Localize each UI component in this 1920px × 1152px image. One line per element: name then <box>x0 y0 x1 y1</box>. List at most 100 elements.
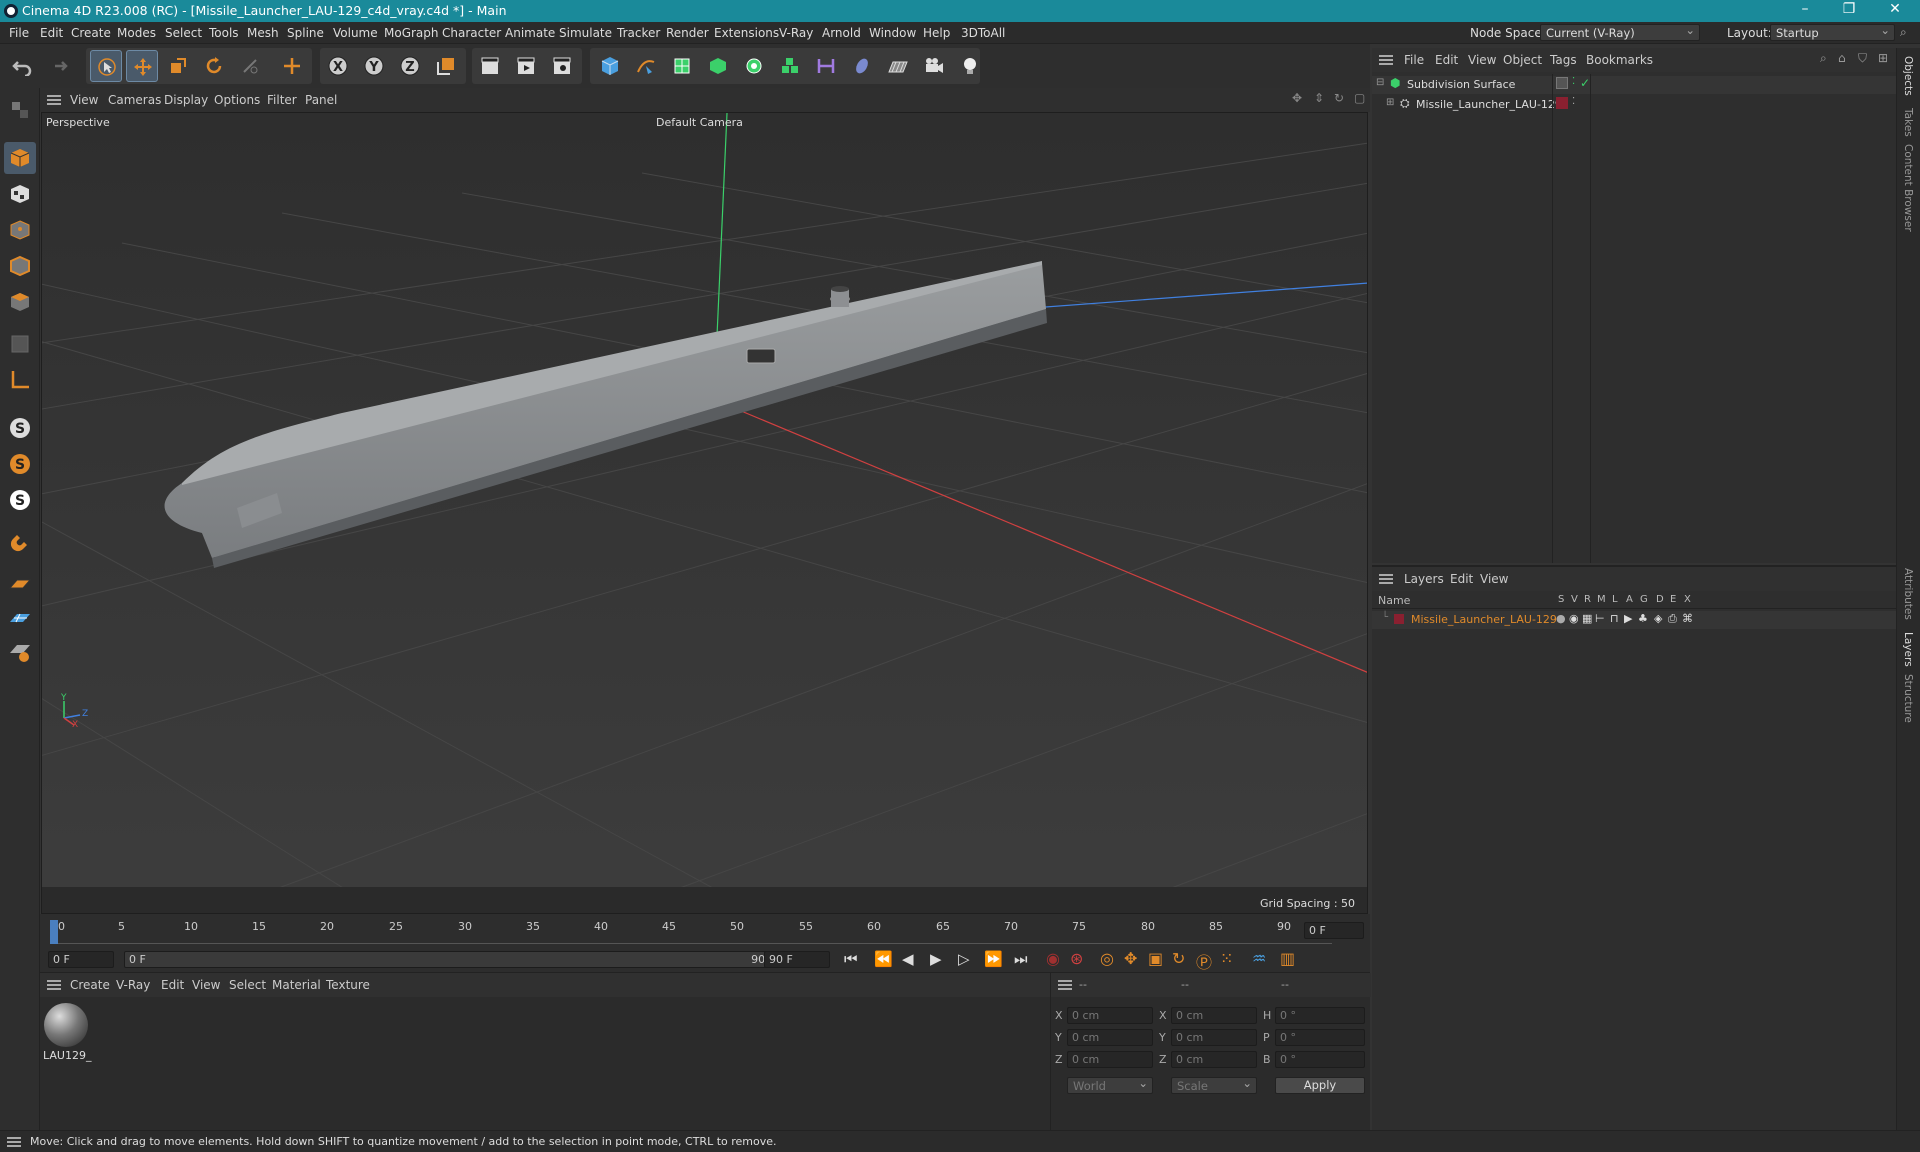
key-pla-icon[interactable]: ⁙ <box>1220 949 1233 968</box>
visibility-dots-icon[interactable]: ⁚ <box>1572 96 1575 107</box>
menu-animate[interactable]: Animate <box>505 26 555 40</box>
layer-animation-icon[interactable]: ▶ <box>1624 612 1632 625</box>
object-filter-icon[interactable]: ⛉ <box>1858 51 1867 66</box>
key-rotation-icon[interactable]: ↻ <box>1172 949 1185 968</box>
coordinates-menu-icon[interactable] <box>1058 980 1072 990</box>
pen-spline-button[interactable] <box>630 50 662 82</box>
render-settings-button[interactable] <box>546 50 578 82</box>
menu-help[interactable]: Help <box>923 26 950 40</box>
viewport-menu-icon[interactable] <box>47 95 61 105</box>
minimize-button[interactable]: – <box>1790 1 1820 17</box>
menu-render[interactable]: Render <box>666 26 709 40</box>
light-button[interactable] <box>954 50 986 82</box>
tab-structure[interactable]: Structure <box>1902 674 1914 723</box>
status-menu-icon[interactable] <box>7 1137 21 1147</box>
viewport-menu-view[interactable]: View <box>70 93 98 107</box>
timeline-track[interactable] <box>52 920 1332 944</box>
model-mode-button[interactable] <box>4 142 36 174</box>
viewport-menu-options[interactable]: Options <box>214 93 260 107</box>
object-name[interactable]: Missile_Launcher_LAU-129 <box>1416 98 1562 111</box>
previous-key-icon[interactable]: ⏪ <box>874 950 893 968</box>
texture-mode-button[interactable] <box>4 178 36 210</box>
timeline-window-icon[interactable]: ▥ <box>1280 949 1295 968</box>
y-axis-lock-button[interactable]: Y <box>358 50 390 82</box>
key-parameter-icon[interactable]: Ⓟ <box>1196 949 1212 973</box>
cloner-button[interactable] <box>738 50 770 82</box>
motion-system-icon[interactable]: ♒ <box>1252 949 1266 968</box>
layer-menu-edit[interactable]: Edit <box>1450 572 1473 586</box>
restore-button[interactable]: ❐ <box>1834 1 1864 17</box>
floor-button[interactable] <box>882 50 914 82</box>
tree-row[interactable]: ⊞ ⛭ Missile_Launcher_LAU-129 ⁚ <box>1372 96 1896 114</box>
undo-button[interactable] <box>6 50 38 82</box>
menu-vray[interactable]: V-Ray <box>779 26 813 40</box>
tab-attributes[interactable]: Attributes <box>1902 568 1914 620</box>
close-button[interactable]: ✕ <box>1880 1 1910 17</box>
object-name[interactable]: Subdivision Surface <box>1407 78 1515 91</box>
scale-tool-button[interactable] <box>162 50 194 82</box>
expand-icon[interactable]: ⊞ <box>1386 97 1394 108</box>
grid-button[interactable] <box>4 602 36 634</box>
go-to-end-icon[interactable]: ⏭ <box>1014 950 1028 968</box>
menu-edit[interactable]: Edit <box>40 26 63 40</box>
menu-extensions[interactable]: Extensions <box>714 26 779 40</box>
layer-deformer-icon[interactable]: ◈ <box>1654 612 1662 625</box>
object-menu-file[interactable]: File <box>1404 53 1424 67</box>
pan-view-icon[interactable]: ✥ <box>1292 91 1302 105</box>
node-space-dropdown[interactable]: Current (V-Ray) <box>1540 23 1700 41</box>
layer-menu-icon[interactable] <box>1379 574 1393 584</box>
camera-button[interactable] <box>918 50 950 82</box>
visibility-dots-icon[interactable]: ⁚ <box>1572 76 1575 87</box>
deformer-button[interactable] <box>810 50 842 82</box>
layer-menu-view[interactable]: View <box>1480 572 1508 586</box>
size-z-field[interactable]: 0 cm <box>1171 1051 1257 1068</box>
size-x-field[interactable]: 0 cm <box>1171 1007 1257 1024</box>
position-y-field[interactable]: 0 cm <box>1067 1029 1153 1046</box>
material-menu-edit[interactable]: Edit <box>161 978 184 992</box>
tab-takes[interactable]: Takes <box>1902 108 1914 137</box>
record-icon[interactable]: ◉ <box>1046 949 1060 968</box>
x-axis-lock-button[interactable]: X <box>322 50 354 82</box>
menu-tracker[interactable]: Tracker <box>617 26 660 40</box>
layer-name[interactable]: Missile_Launcher_LAU-129 <box>1411 613 1557 626</box>
3d-viewport[interactable]: Perspective Default Camera Y Z X Grid Sp… <box>41 112 1368 914</box>
add-object-button[interactable] <box>276 50 308 82</box>
field-button[interactable] <box>846 50 878 82</box>
apply-button[interactable]: Apply <box>1275 1077 1365 1094</box>
go-to-start-icon[interactable]: ⏮ <box>844 950 858 968</box>
subdivision-surface-button[interactable] <box>666 50 698 82</box>
viewport-menu-filter[interactable]: Filter <box>267 93 297 107</box>
layer-solo-icon[interactable]: ● <box>1556 612 1566 625</box>
snap-settings-button[interactable]: S <box>4 448 36 480</box>
rotation-p-field[interactable]: 0 ° <box>1275 1029 1365 1046</box>
object-menu-bookmarks[interactable]: Bookmarks <box>1586 53 1653 67</box>
object-menu-icon[interactable] <box>1379 55 1393 65</box>
uv-mode-button[interactable] <box>4 328 36 360</box>
viewport-menu-display[interactable]: Display <box>164 93 208 107</box>
menu-window[interactable]: Window <box>869 26 916 40</box>
size-y-field[interactable]: 0 cm <box>1171 1029 1257 1046</box>
menu-arnold[interactable]: Arnold <box>822 26 861 40</box>
redo-button[interactable] <box>42 50 74 82</box>
material-menu-view[interactable]: View <box>192 978 220 992</box>
tab-objects[interactable]: Objects <box>1902 56 1914 96</box>
zoom-view-icon[interactable]: ⇕ <box>1314 91 1324 105</box>
material-name[interactable]: LAU129_ <box>43 1049 91 1062</box>
material-menu-texture[interactable]: Texture <box>326 978 370 992</box>
rotate-tool-button[interactable] <box>198 50 230 82</box>
previous-frame-icon[interactable]: ◀ <box>902 950 914 968</box>
search-icon[interactable]: ⌕ <box>1900 25 1907 40</box>
object-menu-view[interactable]: View <box>1468 53 1496 67</box>
menu-mograph[interactable]: MoGraph <box>384 26 439 40</box>
frame-range-slider[interactable]: 0 F 90 F <box>124 951 784 968</box>
material-menu-vray[interactable]: V-Ray <box>116 978 150 992</box>
points-mode-button[interactable] <box>4 214 36 246</box>
object-search-icon[interactable]: ⌕ <box>1820 51 1827 66</box>
layer-lock-icon[interactable]: ⊓ <box>1610 612 1619 625</box>
camera-label[interactable]: Default Camera <box>656 116 743 129</box>
next-frame-icon[interactable]: ▷ <box>958 950 970 968</box>
coordinate-system-button[interactable] <box>430 50 462 82</box>
start-frame-field[interactable]: 0 F <box>48 951 114 968</box>
render-picture-viewer-button[interactable] <box>510 50 542 82</box>
menu-spline[interactable]: Spline <box>287 26 324 40</box>
